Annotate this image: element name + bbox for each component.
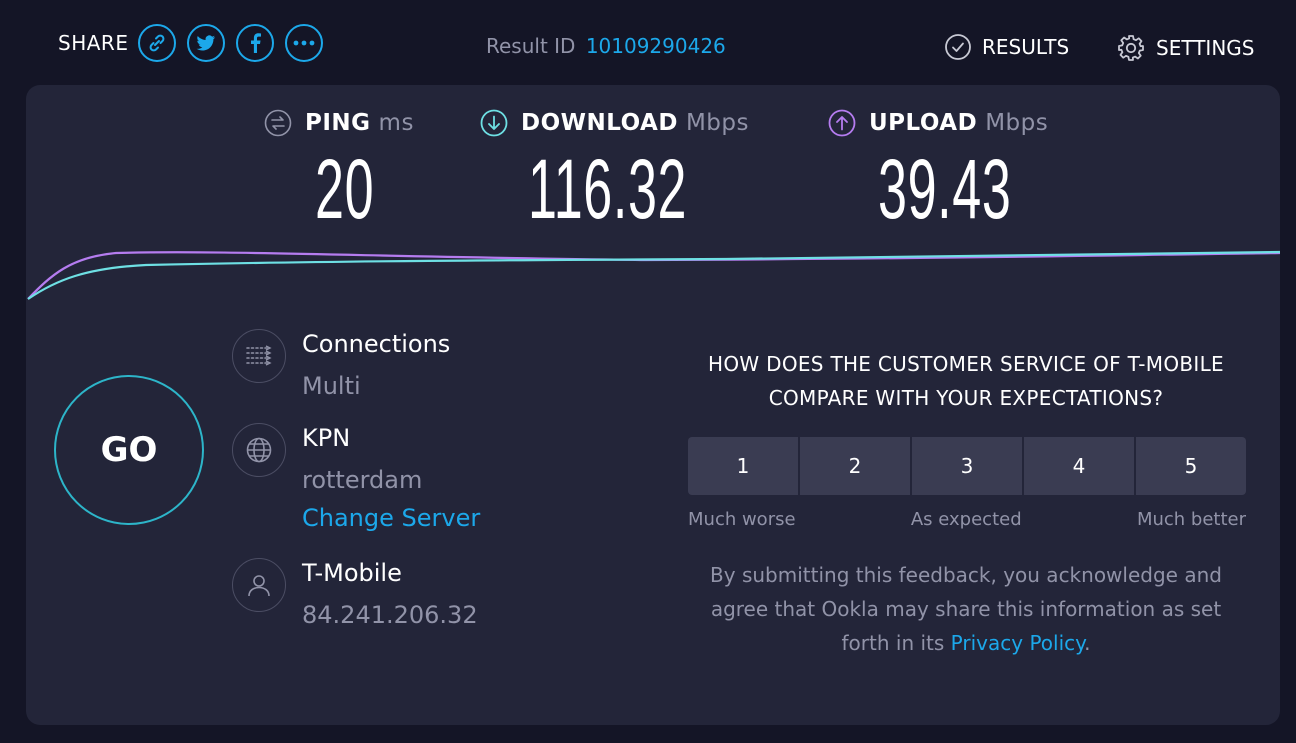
more-icon[interactable]: [285, 24, 324, 62]
upload-metric: UPLOAD Mbps 39.43: [828, 109, 1093, 231]
go-label: GO: [100, 430, 158, 470]
download-label: DOWNLOAD: [521, 110, 678, 136]
change-server-link[interactable]: Change Server: [302, 503, 480, 533]
rating-button-4[interactable]: 4: [1024, 437, 1134, 495]
download-metric: DOWNLOAD Mbps 116.32: [480, 109, 785, 231]
ping-value: 20: [315, 142, 375, 236]
result-id-label: Result ID: [486, 34, 576, 58]
result-id: Result ID 10109290426: [486, 34, 726, 58]
ping-unit: ms: [378, 110, 414, 136]
rating-button-3[interactable]: 3: [912, 437, 1022, 495]
upload-header: UPLOAD Mbps: [828, 109, 1093, 137]
link-icon[interactable]: [138, 24, 177, 62]
server-info: KPN rotterdam Change Server: [232, 423, 480, 533]
server-name: KPN: [302, 424, 351, 452]
rating-button-1[interactable]: 1: [688, 437, 798, 495]
rating-button-5[interactable]: 5: [1136, 437, 1246, 495]
gear-icon: [1116, 33, 1146, 63]
connections-value: Multi: [302, 372, 361, 400]
twitter-icon[interactable]: [187, 24, 226, 62]
result-panel: PING ms 20 DOWNLOAD Mbps 116.32 UPLOAD M…: [26, 85, 1280, 725]
user-icon: [232, 558, 286, 612]
ping-icon: [264, 109, 292, 137]
ping-metric: PING ms 20: [264, 109, 414, 231]
download-unit: Mbps: [685, 110, 749, 136]
upload-label: UPLOAD: [869, 110, 978, 136]
upload-value: 39.43: [878, 142, 1012, 236]
scale-high-label: Much better: [1136, 509, 1246, 530]
provider-name: T-Mobile: [302, 559, 402, 587]
results-label: RESULTS: [982, 35, 1070, 59]
connections-icon: [232, 329, 286, 383]
results-link[interactable]: RESULTS: [944, 33, 1069, 61]
connections-title: Connections: [302, 330, 451, 358]
download-graph-line: [27, 250, 1280, 300]
rating-buttons: 1 2 3 4 5: [688, 437, 1246, 495]
feedback-survey: HOW DOES THE CUSTOMER SERVICE OF T-MOBIL…: [686, 347, 1246, 660]
rating-button-2[interactable]: 2: [800, 437, 910, 495]
disclaimer-end: .: [1084, 631, 1091, 655]
provider-ip: 84.241.206.32: [302, 601, 478, 629]
connections-info: Connections Multi: [232, 329, 450, 401]
download-value: 116.32: [528, 142, 688, 236]
globe-icon: [232, 423, 286, 477]
scale-mid-label: As expected: [910, 509, 1022, 530]
download-arrow-icon: [480, 109, 508, 137]
ping-label: PING: [305, 110, 371, 136]
ping-header: PING ms: [264, 109, 414, 137]
go-button[interactable]: GO: [54, 375, 204, 525]
share-label: SHARE: [58, 31, 129, 55]
facebook-icon[interactable]: [236, 24, 275, 62]
share-bar: SHARE: [58, 24, 334, 62]
settings-label: SETTINGS: [1156, 36, 1255, 60]
upload-unit: Mbps: [985, 110, 1049, 136]
server-location: rotterdam: [302, 466, 423, 494]
feedback-disclaimer: By submitting this feedback, you acknowl…: [686, 558, 1246, 660]
privacy-policy-link[interactable]: Privacy Policy: [951, 631, 1084, 655]
rating-scale: Much worse As expected Much better: [688, 509, 1246, 530]
top-bar: SHARE Result ID 10109290426 RESULTS SETT…: [0, 0, 1296, 84]
provider-info: T-Mobile 84.241.206.32: [232, 558, 478, 630]
upload-arrow-icon: [828, 109, 856, 137]
settings-link[interactable]: SETTINGS: [1116, 33, 1254, 63]
speed-graph: [27, 250, 1280, 300]
scale-low-label: Much worse: [688, 509, 796, 530]
download-header: DOWNLOAD Mbps: [480, 109, 785, 137]
survey-question: HOW DOES THE CUSTOMER SERVICE OF T-MOBIL…: [708, 352, 1224, 410]
result-id-value[interactable]: 10109290426: [586, 34, 726, 58]
check-circle-icon: [944, 33, 972, 61]
